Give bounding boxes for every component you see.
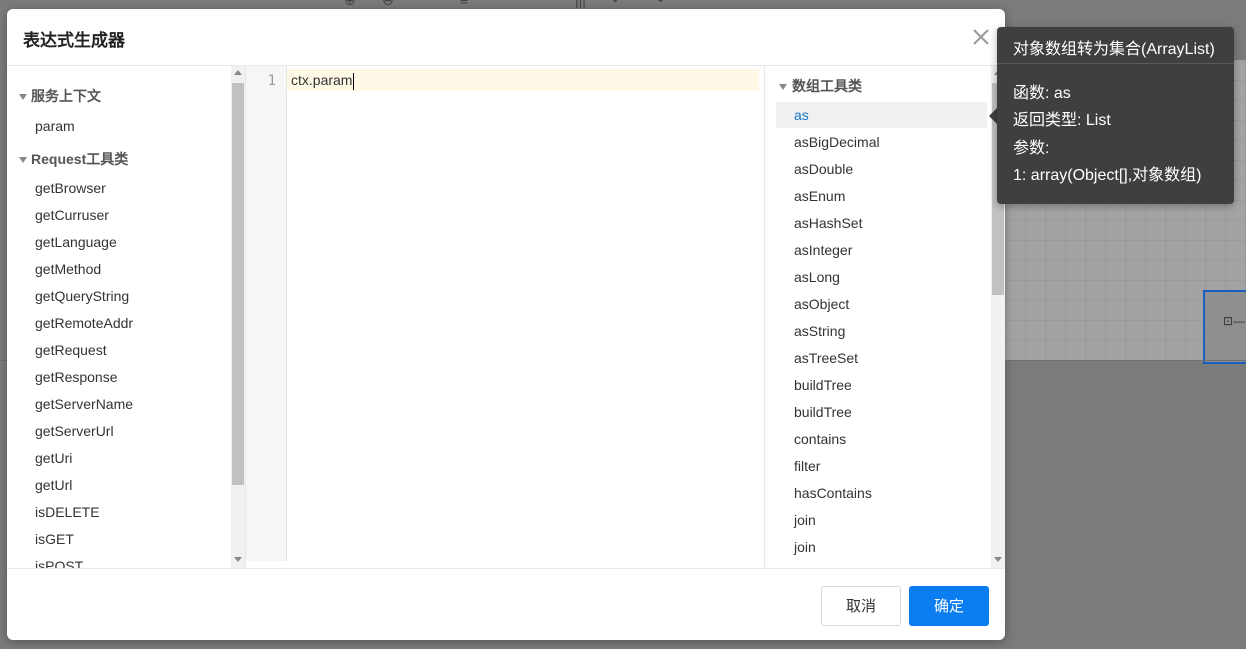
tree-item[interactable]: getServerName [35, 396, 133, 412]
function-item[interactable]: filter [776, 453, 987, 479]
tree-item[interactable]: isPOST [35, 558, 83, 568]
tree-item-param[interactable]: param [35, 118, 75, 134]
tree-group-request-utils[interactable]: Request工具类 [19, 149, 128, 169]
function-item[interactable]: asInteger [776, 237, 987, 263]
function-item[interactable]: asBigDecimal [776, 129, 987, 155]
function-tooltip: 对象数组转为集合(ArrayList) 函数: as 返回类型: List 参数… [997, 27, 1234, 204]
tree-item[interactable]: getMethod [35, 261, 101, 277]
tree-group-label: Request工具类 [31, 151, 129, 167]
caret-down-icon [19, 94, 27, 101]
tree-group-array-utils[interactable]: 数组工具类 [779, 76, 862, 96]
close-icon [973, 29, 989, 45]
code-text: ctx.param [291, 72, 353, 88]
tree-group-service-context[interactable]: 服务上下文 [19, 86, 101, 106]
function-item[interactable]: asObject [776, 291, 987, 317]
line-number-gutter: 1 [246, 66, 287, 561]
tooltip-title: 对象数组转为集合(ArrayList) [1013, 41, 1215, 58]
code-editor[interactable]: 1 ctx.param [246, 66, 764, 568]
tooltip-function: 函数: as [1013, 85, 1071, 102]
function-item[interactable]: asDouble [776, 156, 987, 182]
scroll-down-icon[interactable] [234, 557, 242, 562]
function-item[interactable]: asString [776, 318, 987, 344]
dialog-title: 表达式生成器 [23, 31, 125, 50]
tree-item[interactable]: getUri [35, 450, 72, 466]
tooltip-divider [997, 63, 1234, 64]
zoom-in-icon: ⊕ [344, 0, 356, 8]
tooltip-param-1: 1: array(Object[],对象数组) [1013, 167, 1202, 184]
dialog-footer: 取消 确定 [7, 568, 1005, 641]
function-item[interactable]: join [776, 534, 987, 560]
function-tree-panel: 数组工具类 as asBigDecimal asDouble asEnum as… [764, 66, 1006, 568]
line-number: 1 [267, 73, 276, 89]
function-item[interactable]: buildTree [776, 372, 987, 398]
caret-down-icon [19, 157, 27, 164]
tree-item[interactable]: getBrowser [35, 180, 106, 196]
tree-item[interactable]: getServerUrl [35, 423, 114, 439]
redo-icon: ↷ [652, 0, 664, 8]
function-item[interactable]: hasContains [776, 480, 987, 506]
background-toolbar: ⊕ ⊖ ≡ ||| ↶ ↷ [330, 0, 690, 8]
scroll-down-icon[interactable] [994, 557, 1002, 562]
context-tree-panel: 服务上下文 param Request工具类 getBrowser getCur… [7, 66, 246, 568]
align-icon: ≡ [460, 0, 469, 8]
tree-item[interactable]: getRemoteAddr [35, 315, 133, 331]
function-item[interactable]: asTreeSet [776, 345, 987, 371]
caret-down-icon [779, 84, 787, 91]
undo-icon: ↶ [612, 0, 624, 8]
tree-item[interactable]: getRequest [35, 342, 107, 358]
tooltip-arrow [989, 108, 997, 124]
tree-item[interactable]: getCurruser [35, 207, 109, 223]
cancel-button[interactable]: 取消 [821, 586, 901, 626]
tree-item[interactable]: getLanguage [35, 234, 117, 250]
function-item[interactable]: join [776, 507, 987, 533]
function-item[interactable]: asHashSet [776, 210, 987, 236]
active-line-highlight [287, 69, 759, 91]
confirm-button[interactable]: 确定 [909, 586, 989, 626]
function-item[interactable]: contains [776, 426, 987, 452]
tree-item[interactable]: getQueryString [35, 288, 129, 304]
close-button[interactable] [967, 23, 995, 51]
tree-item[interactable]: getResponse [35, 369, 118, 385]
function-item[interactable]: buildTree [776, 399, 987, 425]
tooltip-return-type: 返回类型: List [1013, 112, 1111, 129]
zoom-out-icon: ⊖ [382, 0, 394, 8]
function-item[interactable]: asLong [776, 264, 987, 290]
function-item-selected[interactable]: as [776, 102, 987, 128]
text-cursor [353, 72, 355, 90]
canvas-node: ⊡— [1203, 290, 1246, 364]
barcode-icon: ||| [575, 0, 586, 8]
tree-item[interactable]: getUrl [35, 477, 72, 493]
tree-item[interactable]: isDELETE [35, 504, 100, 520]
scroll-up-icon[interactable] [234, 70, 242, 75]
left-scrollbar-thumb[interactable] [232, 83, 244, 485]
dialog-header: 表达式生成器 [7, 9, 1005, 66]
tree-group-label: 服务上下文 [31, 88, 101, 104]
code-line[interactable]: ctx.param [291, 72, 355, 90]
tree-group-label: 数组工具类 [792, 78, 862, 94]
tooltip-params-label: 参数: [1013, 140, 1050, 157]
node-port-icon: ⊡— [1223, 314, 1246, 328]
expression-builder-dialog: 表达式生成器 服务上下文 param Request工具类 getBrowser… [7, 9, 1005, 640]
function-item[interactable]: asEnum [776, 183, 987, 209]
tree-item[interactable]: isGET [35, 531, 74, 547]
